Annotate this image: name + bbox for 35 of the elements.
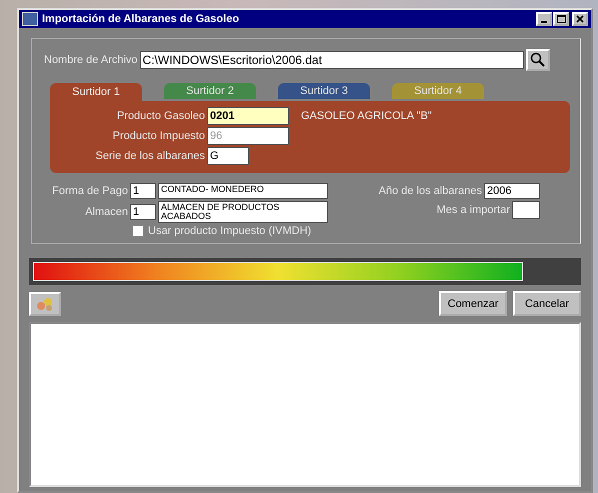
product-description: GASOLEO AGRICOLA "B" [301, 110, 432, 122]
warehouse-code-field[interactable]: 1 [130, 204, 156, 220]
start-button[interactable]: Comenzar [439, 291, 507, 316]
warehouse-description-field: ALMACEN DE PRODUCTOS ACABADOS [158, 201, 328, 223]
checkbox-label: Usar producto Impuesto (IVMDH) [148, 225, 312, 237]
tools-button[interactable] [29, 292, 61, 316]
search-icon [530, 52, 546, 68]
year-label: Año de los albaranes [378, 185, 482, 197]
payment-description-field: CONTADO- MONEDERO [158, 183, 328, 199]
series-label: Serie de los albaranes [94, 150, 205, 162]
file-name-field[interactable]: C:\WINDOWS\Escritorio\2006.dat [140, 51, 524, 69]
tab[interactable]: Surtidor 3 [278, 83, 370, 99]
series-field[interactable]: G [207, 147, 249, 165]
payment-code-field[interactable]: 1 [130, 183, 156, 199]
payment-label: Forma de Pago [51, 185, 128, 197]
month-label: Mes a importar [436, 204, 510, 216]
warehouse-label: Almacen [84, 206, 128, 218]
window-title: Importación de Albaranes de Gasoleo [42, 13, 240, 25]
product-label: Producto Gasoleo [116, 110, 205, 122]
tab[interactable]: Surtidor 1 [50, 83, 142, 101]
file-name-label: Nombre de Archivo [44, 54, 138, 66]
checkbox[interactable] [132, 225, 144, 237]
dots-icon [35, 296, 55, 312]
year-field[interactable]: 2006 [484, 183, 540, 199]
cancel-button[interactable]: Cancelar [513, 291, 581, 316]
maximize-button[interactable] [553, 12, 569, 26]
product-field[interactable]: 0201 [207, 107, 289, 125]
month-field[interactable] [512, 201, 540, 219]
close-button[interactable] [572, 12, 588, 26]
maximize-icon [556, 15, 566, 23]
minimize-button[interactable] [536, 12, 552, 26]
search-button[interactable] [526, 49, 550, 71]
app-icon [22, 12, 38, 26]
close-icon [576, 15, 584, 23]
tax-product-label: Producto Impuesto [112, 130, 205, 142]
